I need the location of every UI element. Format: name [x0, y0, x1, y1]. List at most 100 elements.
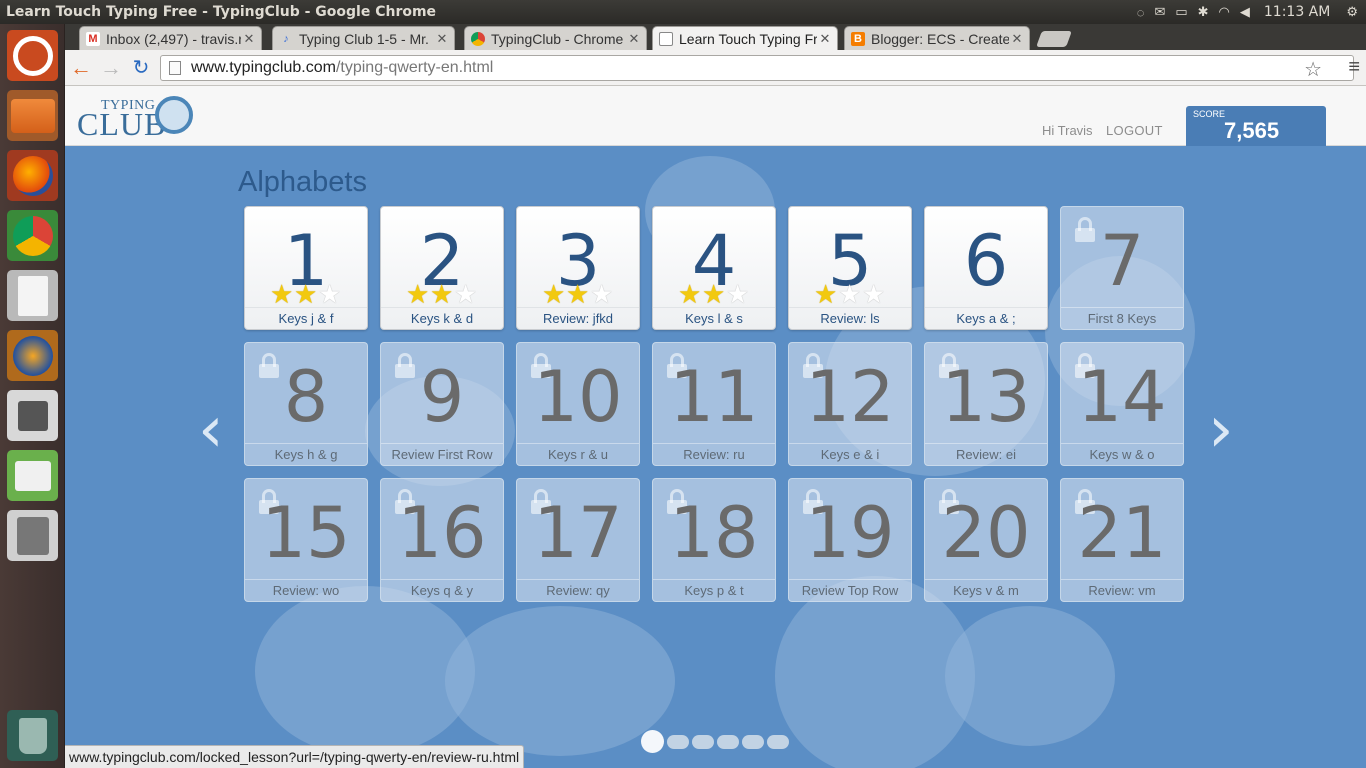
- tab-learn-touch-typing[interactable]: Learn Touch Typing Fr ✕: [652, 26, 838, 50]
- browser-toolbar: ← → ↻ www.typingclub.com/typing-qwerty-e…: [65, 50, 1366, 86]
- tab-chrome-webstore[interactable]: TypingClub - Chrome W ✕: [464, 26, 647, 50]
- keyboard-app-icon[interactable]: [7, 450, 58, 501]
- forward-icon[interactable]: →: [97, 54, 125, 82]
- lesson-number: 6: [963, 220, 1009, 302]
- calculator-icon[interactable]: [7, 510, 58, 561]
- ubuntu-dash-icon[interactable]: [7, 30, 58, 81]
- site-header: TYPING CLUB Hi Travis LOGOUT SCORE 7,565: [65, 86, 1366, 146]
- page-dot-2[interactable]: [667, 734, 689, 749]
- lesson-tile-13[interactable]: 13 Review: ei: [924, 342, 1048, 466]
- lesson-tile-1[interactable]: 1 ★ ★ ★ Keys j & f: [244, 206, 368, 330]
- lesson-number: 7: [1099, 220, 1145, 302]
- sync-icon[interactable]: ◌: [1137, 5, 1145, 20]
- lesson-tile-9[interactable]: 9 Review First Row: [380, 342, 504, 466]
- close-icon[interactable]: ✕: [817, 31, 833, 47]
- lesson-tile-14[interactable]: 14 Keys w & o: [1060, 342, 1184, 466]
- clock[interactable]: 11:13 AM: [1264, 4, 1330, 20]
- next-page-arrow[interactable]: ›: [1208, 398, 1234, 462]
- trash-icon[interactable]: [7, 710, 58, 761]
- back-icon[interactable]: ←: [67, 54, 95, 82]
- logout-link[interactable]: LOGOUT: [1106, 123, 1163, 138]
- logo-club-text: CLUB: [77, 106, 167, 142]
- lesson-tile-3[interactable]: 3 ★ ★ ★ Review: jfkd: [516, 206, 640, 330]
- lesson-label: Review: qy: [517, 579, 639, 598]
- bookmark-star-icon[interactable]: ☆: [1304, 57, 1322, 82]
- lesson-tile-6[interactable]: 6 Keys a & ;: [924, 206, 1048, 330]
- libreoffice-icon[interactable]: [7, 270, 58, 321]
- device-icon[interactable]: [7, 390, 58, 441]
- tab-gmail[interactable]: M Inbox (2,497) - travis.r ✕: [79, 26, 262, 50]
- mascot-icon: [155, 96, 193, 134]
- lesson-label: Review: ei: [925, 443, 1047, 462]
- lesson-tile-16[interactable]: 16 Keys q & y: [380, 478, 504, 602]
- star-filled-icon: ★: [406, 279, 430, 309]
- lesson-tile-15[interactable]: 15 Review: wo: [244, 478, 368, 602]
- close-icon[interactable]: ✕: [241, 31, 257, 47]
- window-title: Learn Touch Typing Free - TypingClub - G…: [6, 4, 437, 20]
- prev-page-arrow[interactable]: ‹: [198, 398, 224, 462]
- files-icon[interactable]: [7, 90, 58, 141]
- lesson-label: Review First Row: [381, 443, 503, 462]
- close-icon[interactable]: ✕: [434, 31, 450, 47]
- lesson-label: Keys h & g: [245, 443, 367, 462]
- address-bar[interactable]: www.typingclub.com/typing-qwerty-en.html: [160, 55, 1354, 81]
- close-icon[interactable]: ✕: [626, 31, 642, 47]
- webstore-icon: [471, 31, 485, 46]
- lesson-tile-8[interactable]: 8 Keys h & g: [244, 342, 368, 466]
- page-dot-3[interactable]: [692, 734, 714, 749]
- lesson-tile-12[interactable]: 12 Keys e & i: [788, 342, 912, 466]
- lesson-number: 16: [397, 492, 487, 574]
- lesson-label: Keys k & d: [381, 307, 503, 326]
- lesson-number: 19: [805, 492, 895, 574]
- firefox-icon[interactable]: [7, 150, 58, 201]
- mail-icon[interactable]: ✉: [1154, 4, 1165, 20]
- lesson-tile-18[interactable]: 18 Keys p & t: [652, 478, 776, 602]
- lesson-tile-11[interactable]: 11 Review: ru: [652, 342, 776, 466]
- page-dot-6[interactable]: [767, 734, 789, 749]
- chrome-icon[interactable]: [7, 210, 58, 261]
- section-title: Alphabets: [238, 166, 367, 198]
- typingclub-logo[interactable]: TYPING CLUB: [77, 96, 195, 142]
- lesson-number: 21: [1077, 492, 1167, 574]
- lesson-tile-19[interactable]: 19 Review Top Row: [788, 478, 912, 602]
- tab-blogger[interactable]: B Blogger: ECS - Create ✕: [844, 26, 1030, 50]
- page-dot-5[interactable]: [742, 734, 764, 749]
- lesson-tile-2[interactable]: 2 ★ ★ ★ Keys k & d: [380, 206, 504, 330]
- reload-icon[interactable]: ↻: [127, 54, 155, 82]
- new-tab-button[interactable]: [1036, 31, 1072, 47]
- tab-title: Blogger: ECS - Create: [871, 30, 1009, 47]
- volume-icon[interactable]: ◀: [1240, 4, 1250, 20]
- page-dot-4[interactable]: [717, 734, 739, 749]
- page-dot-1[interactable]: [641, 730, 664, 753]
- score-label: SCORE: [1193, 109, 1226, 119]
- tab-typing-club-mr-m[interactable]: ♪ Typing Club 1-5 - Mr. M ✕: [272, 26, 455, 50]
- page-info-icon[interactable]: [169, 61, 181, 75]
- lesson-number: 10: [533, 356, 623, 438]
- star-empty-icon: ★: [838, 279, 862, 309]
- wifi-icon[interactable]: ◠: [1219, 4, 1230, 20]
- lesson-label: Review: ls: [789, 307, 911, 326]
- bluetooth-icon[interactable]: ✱: [1198, 4, 1209, 20]
- lesson-number: 12: [805, 356, 895, 438]
- lesson-tile-20[interactable]: 20 Keys v & m: [924, 478, 1048, 602]
- battery-icon[interactable]: ▭: [1175, 4, 1187, 20]
- user-greeting[interactable]: Hi Travis: [1042, 123, 1093, 138]
- lesson-tile-4[interactable]: 4 ★ ★ ★ Keys l & s: [652, 206, 776, 330]
- lesson-label: Keys e & i: [789, 443, 911, 462]
- lesson-number: 14: [1077, 356, 1167, 438]
- lesson-tile-10[interactable]: 10 Keys r & u: [516, 342, 640, 466]
- audacity-icon[interactable]: [7, 330, 58, 381]
- lesson-tile-5[interactable]: 5 ★ ★ ★ Review: ls: [788, 206, 912, 330]
- lesson-tile-17[interactable]: 17 Review: qy: [516, 478, 640, 602]
- lesson-label: Keys a & ;: [925, 307, 1047, 326]
- chrome-menu-icon[interactable]: ≡: [1348, 56, 1360, 79]
- lesson-tile-7[interactable]: 7 First 8 Keys: [1060, 206, 1184, 330]
- close-icon[interactable]: ✕: [1009, 31, 1025, 47]
- lesson-tile-21[interactable]: 21 Review: vm: [1060, 478, 1184, 602]
- lesson-label: Keys l & s: [653, 307, 775, 326]
- page-content: TYPING CLUB Hi Travis LOGOUT SCORE 7,565…: [65, 86, 1366, 768]
- lesson-label: Review: vm: [1061, 579, 1183, 598]
- power-gear-icon[interactable]: ⚙: [1346, 4, 1358, 20]
- url-path: /typing-qwerty-en.html: [335, 59, 494, 76]
- system-tray: ◌ ✉ ▭ ✱ ◠ ◀ 11:13 AM ⚙: [1137, 4, 1366, 20]
